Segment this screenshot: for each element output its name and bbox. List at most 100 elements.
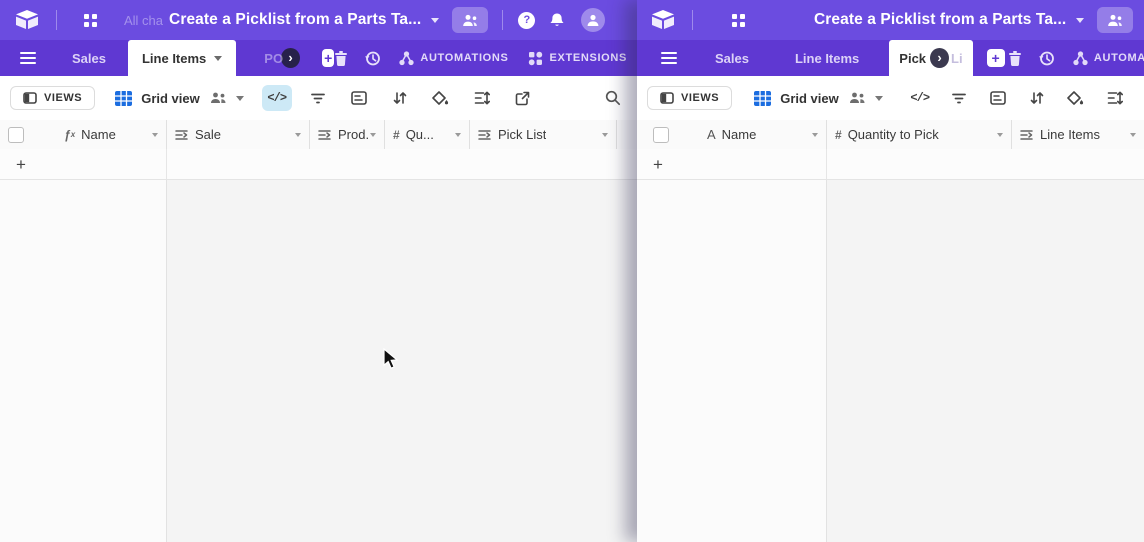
user-avatar[interactable] (581, 8, 605, 32)
panel-left: All cha Create a Picklist from a Parts T… (0, 0, 637, 542)
hide-fields-icon[interactable]: </> (905, 85, 935, 111)
filter-icon[interactable] (944, 85, 974, 111)
number-field-icon: # (393, 128, 400, 142)
automations-icon (1073, 51, 1088, 66)
trash-icon[interactable] (334, 50, 348, 66)
title-caret-icon[interactable] (1076, 18, 1084, 23)
views-button[interactable]: VIEWS (647, 86, 732, 110)
table-header-row: ƒx Name Sale Prod... # Qu... (0, 120, 637, 150)
tab-sales[interactable]: Sales (58, 51, 120, 66)
header-filler (617, 120, 637, 149)
automations-nav[interactable]: AUTOMATIONS (399, 51, 508, 66)
column-header-name[interactable]: A Name (637, 120, 827, 149)
select-all-checkbox[interactable] (653, 127, 669, 143)
grid-view-icon[interactable] (754, 91, 771, 106)
color-icon[interactable] (1061, 85, 1091, 111)
airtable-logo-icon[interactable] (650, 9, 676, 31)
column-caret-icon[interactable] (602, 133, 608, 137)
view-caret-icon[interactable] (236, 96, 244, 101)
color-icon[interactable] (426, 85, 456, 111)
grid-empty-area[interactable] (637, 180, 1144, 542)
sort-icon[interactable] (385, 85, 415, 111)
add-record-plus-icon[interactable]: + (653, 156, 663, 173)
tab-line-items[interactable]: Line Items (781, 51, 873, 66)
add-table-button[interactable]: + (322, 49, 334, 67)
view-name[interactable]: Grid view (141, 91, 200, 106)
base-title[interactable]: Create a Picklist from a Parts Ta... (169, 11, 421, 29)
column-caret-icon[interactable] (1130, 133, 1136, 137)
tab-po[interactable]: PO (250, 51, 285, 66)
column-header-line-items[interactable]: Line Items (1012, 120, 1144, 149)
column-header-pick-list[interactable]: Pick List (470, 120, 617, 149)
extensions-nav[interactable]: EXTENSIONS (528, 51, 627, 66)
sidebar-menu-icon[interactable] (661, 52, 677, 64)
select-all-checkbox[interactable] (8, 127, 24, 143)
single-line-text-field-icon: A (707, 127, 716, 142)
view-collaborators-icon (849, 92, 866, 104)
automations-nav[interactable]: AUTOMATIONS (1073, 51, 1144, 66)
views-button[interactable]: VIEWS (10, 86, 95, 110)
column-caret-icon[interactable] (370, 133, 376, 137)
primary-column-strip (637, 180, 827, 542)
tab-line-items[interactable]: Line Items (128, 40, 236, 76)
view-caret-icon[interactable] (875, 96, 883, 101)
divider (56, 10, 57, 30)
divider (692, 10, 693, 30)
scroll-tabs-chevron-icon[interactable]: › (930, 48, 949, 68)
column-header-quantity[interactable]: # Qu... (385, 120, 470, 149)
group-icon[interactable] (983, 85, 1013, 111)
mouse-cursor (383, 348, 400, 371)
tab-pick-list[interactable]: Pick › Li (889, 40, 972, 76)
view-name[interactable]: Grid view (780, 91, 839, 106)
tab-caret-icon[interactable] (214, 56, 222, 61)
app-grid-icon[interactable] (83, 13, 98, 28)
trash-icon[interactable] (1008, 50, 1022, 66)
add-record-plus-icon[interactable]: + (16, 156, 26, 173)
row-height-icon[interactable] (467, 85, 497, 111)
column-header-sale[interactable]: Sale (167, 120, 310, 149)
row-height-icon[interactable] (1100, 85, 1130, 111)
grid-view-icon[interactable] (115, 91, 132, 106)
grid-empty-area[interactable] (0, 180, 637, 542)
tab-sales[interactable]: Sales (701, 51, 763, 66)
table-header-row: A Name # Quantity to Pick Line Items (637, 120, 1144, 150)
sort-icon[interactable] (1022, 85, 1052, 111)
top-bar: Create a Picklist from a Parts Ta... (637, 0, 1144, 40)
column-header-name[interactable]: ƒx Name (0, 120, 167, 149)
views-sidebar-icon (660, 92, 674, 104)
add-record-row[interactable]: + (637, 149, 1144, 180)
app-grid-icon[interactable] (731, 13, 746, 28)
group-icon[interactable] (344, 85, 374, 111)
column-header-quantity-to-pick[interactable]: # Quantity to Pick (827, 120, 1012, 149)
column-caret-icon[interactable] (812, 133, 818, 137)
column-caret-icon[interactable] (295, 133, 301, 137)
share-button[interactable] (1097, 7, 1133, 33)
column-caret-icon[interactable] (152, 133, 158, 137)
share-button[interactable] (452, 7, 488, 33)
help-icon[interactable]: ? (518, 12, 535, 29)
sidebar-menu-icon[interactable] (20, 52, 36, 64)
airtable-logo-icon[interactable] (14, 9, 40, 31)
view-toolbar: VIEWS Grid view </> (637, 76, 1144, 121)
primary-column-strip (0, 180, 167, 542)
title-caret-icon[interactable] (431, 18, 439, 23)
history-icon[interactable] (364, 50, 381, 67)
add-record-row[interactable]: + (0, 149, 637, 180)
views-sidebar-icon (23, 92, 37, 104)
formula-field-icon: ƒx (64, 128, 75, 142)
notifications-bell-icon[interactable] (549, 12, 565, 29)
hide-fields-icon[interactable]: </> (262, 85, 292, 111)
search-icon[interactable] (605, 90, 621, 106)
column-header-product[interactable]: Prod... (310, 120, 385, 149)
column-caret-icon[interactable] (997, 133, 1003, 137)
add-table-button[interactable]: + (987, 49, 1005, 67)
base-title[interactable]: Create a Picklist from a Parts Ta... (814, 11, 1066, 29)
panel-right: Create a Picklist from a Parts Ta... Sal… (637, 0, 1144, 542)
column-caret-icon[interactable] (455, 133, 461, 137)
share-view-icon[interactable] (508, 85, 538, 111)
top-bar: All cha Create a Picklist from a Parts T… (0, 0, 637, 40)
filter-icon[interactable] (303, 85, 333, 111)
linked-record-field-icon (318, 129, 332, 141)
history-icon[interactable] (1038, 50, 1055, 67)
linked-record-field-icon (478, 129, 492, 141)
